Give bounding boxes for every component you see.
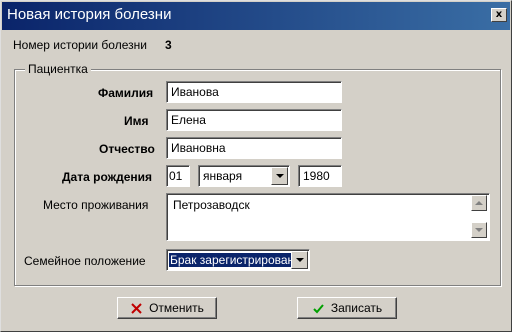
marital-status-value: Брак зарегистрирован bbox=[167, 252, 297, 268]
record-number-label: Номер истории болезни bbox=[13, 38, 147, 52]
name-value: Елена bbox=[171, 113, 206, 127]
window-title: Новая история болезни bbox=[7, 6, 172, 23]
patronymic-label: Отчество bbox=[99, 142, 155, 156]
residence-label: Место проживания bbox=[43, 198, 149, 212]
birth-month-dropdown-button[interactable] bbox=[271, 167, 288, 185]
patronymic-input[interactable]: Ивановна bbox=[166, 137, 342, 159]
checkmark-icon bbox=[313, 303, 324, 313]
record-number-value: 3 bbox=[165, 38, 172, 52]
birth-year-input[interactable]: 1980 bbox=[298, 165, 342, 187]
save-button-label: Записать bbox=[330, 301, 383, 315]
close-button[interactable]: x bbox=[491, 8, 507, 22]
chevron-down-icon bbox=[296, 258, 304, 262]
cancel-button[interactable]: Отменить bbox=[117, 297, 217, 319]
marital-status-label: Семейное положение bbox=[24, 254, 146, 268]
birth-day-value: 01 bbox=[169, 169, 183, 183]
residence-value: Петрозаводск bbox=[173, 198, 250, 212]
birth-year-value: 1980 bbox=[303, 169, 330, 183]
scroll-down-icon bbox=[475, 228, 483, 232]
marital-status-select[interactable]: Брак зарегистрирован bbox=[166, 249, 310, 271]
residence-textarea[interactable]: Петрозаводск bbox=[166, 193, 490, 241]
birth-month-value: января bbox=[203, 169, 243, 183]
marital-status-dropdown-button[interactable] bbox=[291, 251, 308, 269]
dialog-window: Новая история болезни x Номер истории бо… bbox=[0, 0, 512, 332]
birthdate-label: Дата рождения bbox=[62, 170, 153, 184]
save-button[interactable]: Записать bbox=[297, 297, 397, 319]
patronymic-value: Ивановна bbox=[171, 141, 226, 155]
scroll-up-button[interactable] bbox=[471, 195, 487, 211]
cross-icon bbox=[131, 302, 142, 314]
surname-value: Иванова bbox=[171, 85, 219, 99]
birth-day-input[interactable]: 01 bbox=[166, 165, 190, 187]
close-icon: x bbox=[495, 9, 503, 20]
patient-group-label: Пациентка bbox=[25, 62, 91, 76]
scroll-up-icon bbox=[475, 201, 483, 205]
scroll-down-button[interactable] bbox=[471, 222, 487, 238]
name-input[interactable]: Елена bbox=[166, 109, 342, 131]
title-bar[interactable]: Новая история болезни x bbox=[2, 2, 510, 30]
surname-label: Фамилия bbox=[98, 86, 154, 100]
cancel-button-label: Отменить bbox=[149, 301, 204, 315]
surname-input[interactable]: Иванова bbox=[166, 81, 342, 103]
chevron-down-icon bbox=[276, 174, 284, 178]
name-label: Имя bbox=[124, 114, 149, 128]
